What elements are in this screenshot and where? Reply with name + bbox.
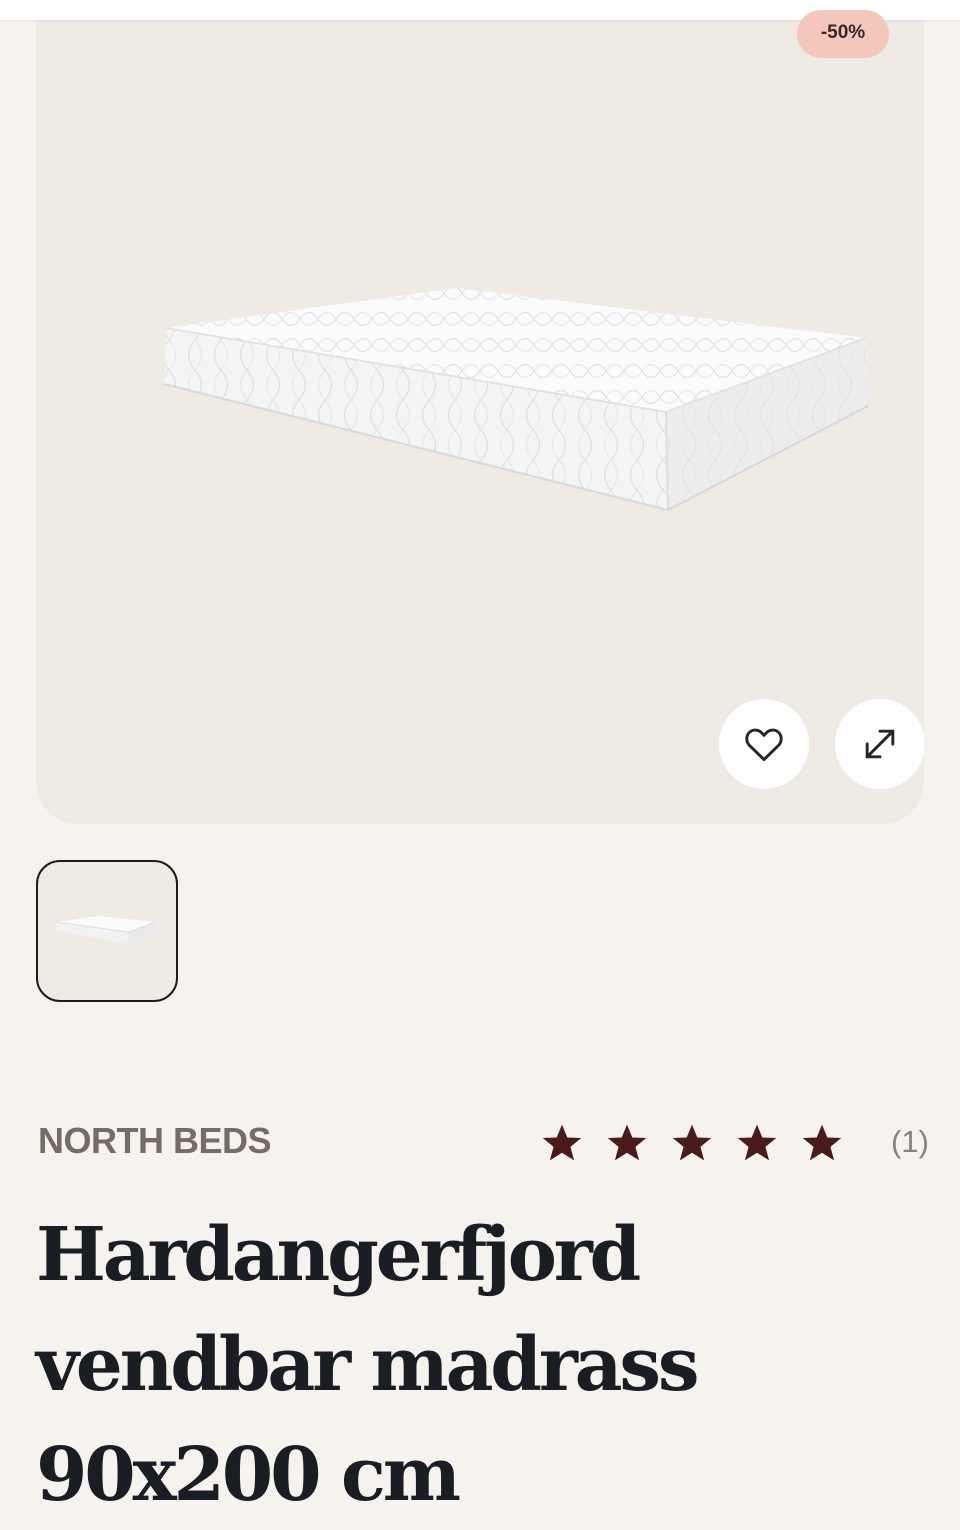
- product-image: [163, 288, 869, 512]
- discount-badge: -50%: [797, 10, 889, 58]
- expand-arrows-icon: [865, 729, 895, 759]
- expand-image-button[interactable]: [835, 699, 924, 789]
- star-icon: [542, 1124, 582, 1161]
- star-icon: [802, 1124, 842, 1161]
- star-icon: [607, 1124, 647, 1161]
- product-image-area[interactable]: [36, 0, 924, 824]
- thumbnail-image: [55, 916, 157, 944]
- favorite-button[interactable]: [719, 699, 809, 789]
- gallery-thumbnail[interactable]: [36, 860, 178, 1002]
- star-icon: [737, 1124, 777, 1161]
- heart-icon: [745, 728, 783, 762]
- product-title: Hardangerfjord vendbar madrass 90x200 cm: [36, 1212, 700, 1518]
- brand-name[interactable]: NORTH BEDS: [38, 1121, 272, 1161]
- review-count[interactable]: (1): [891, 1124, 929, 1160]
- star-rating[interactable]: [540, 1118, 865, 1168]
- star-icon: [672, 1124, 712, 1161]
